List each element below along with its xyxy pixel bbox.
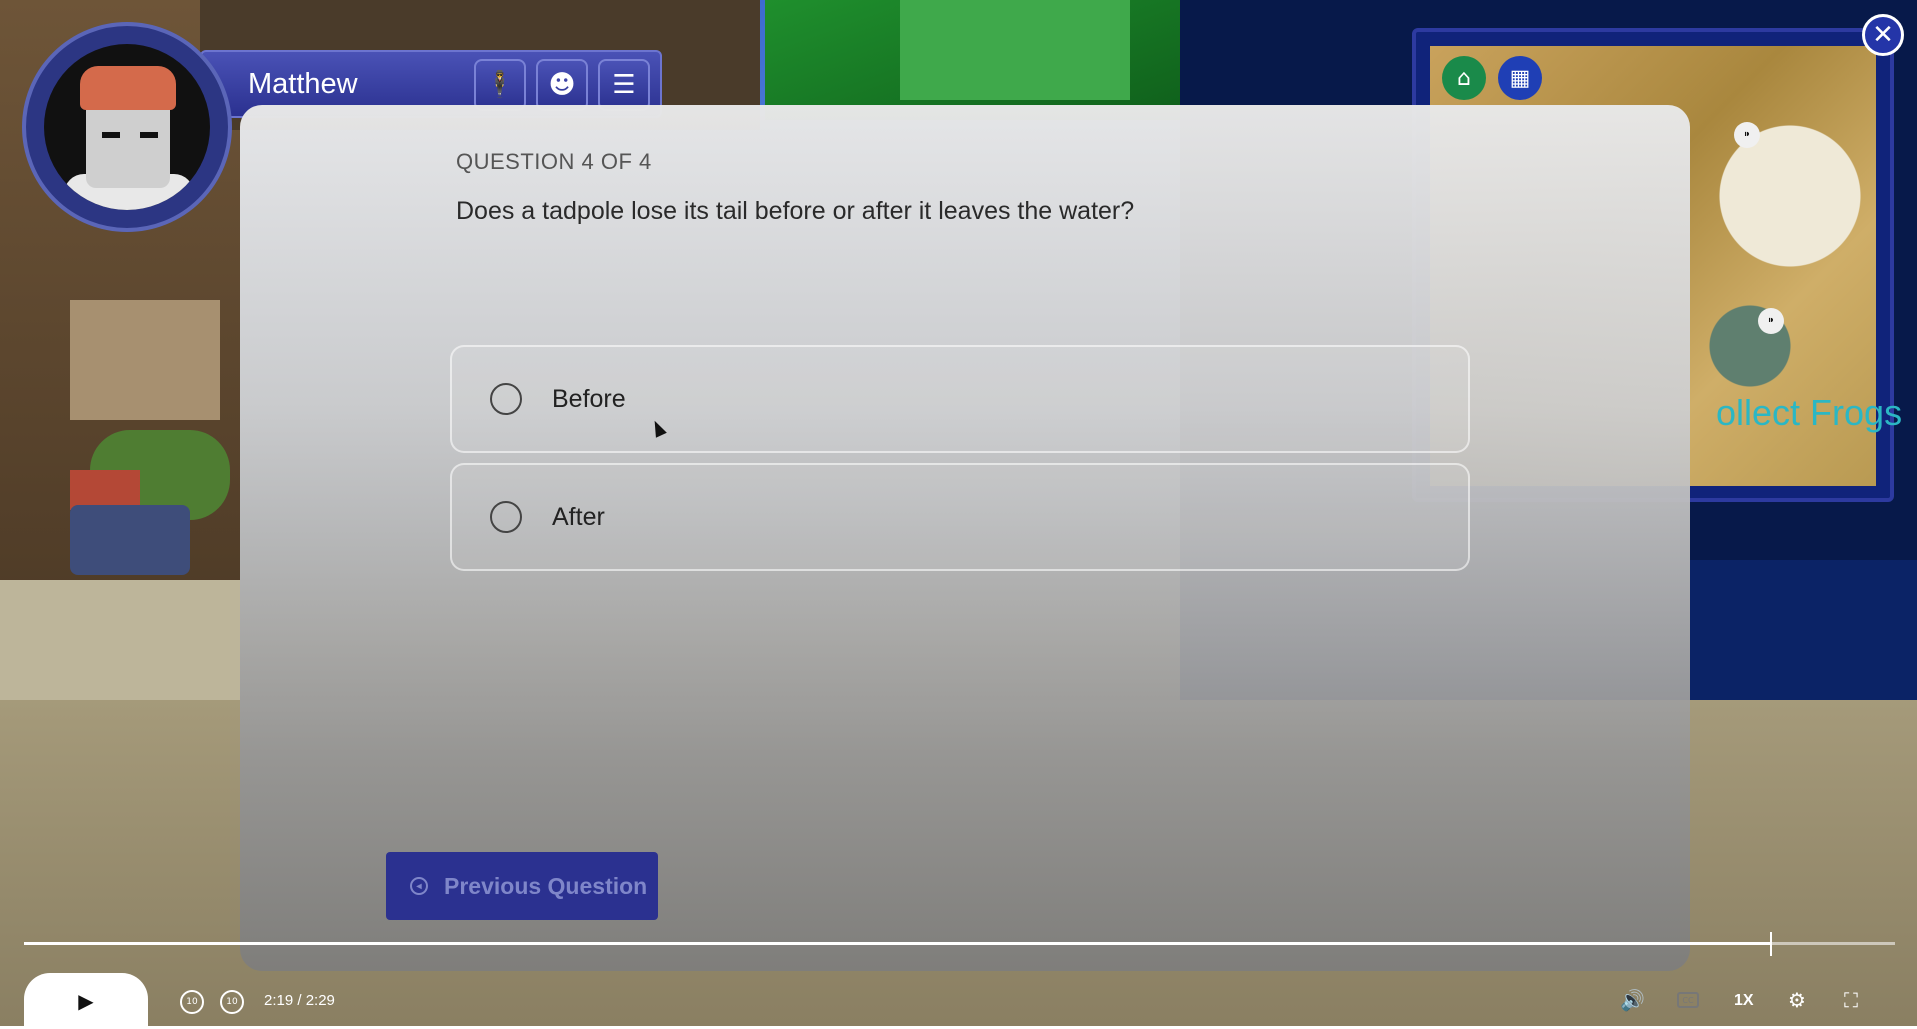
captions-button[interactable]: CC bbox=[1677, 992, 1699, 1008]
avatar-cap bbox=[80, 66, 176, 110]
captions-icon: CC bbox=[1682, 995, 1694, 1005]
close-icon: ✕ bbox=[1872, 20, 1894, 50]
quiz-panel: QUESTION 4 OF 4 Does a tadpole lose its … bbox=[240, 105, 1690, 971]
previous-question-button[interactable]: ◂ Previous Question bbox=[386, 852, 658, 920]
school-glyph: ⌂ bbox=[1457, 65, 1471, 91]
footprints-marker-icon[interactable]: ⁍ bbox=[1758, 308, 1784, 334]
forward-10-button[interactable]: 10 bbox=[220, 990, 244, 1014]
player-avatar[interactable] bbox=[22, 22, 232, 232]
play-icon: ▶ bbox=[78, 989, 94, 1013]
radio-button[interactable] bbox=[490, 383, 522, 415]
avatar-eye bbox=[140, 132, 158, 138]
answer-option-after[interactable]: After bbox=[450, 463, 1470, 571]
fullscreen-icon[interactable]: ⛶ bbox=[1844, 988, 1858, 1012]
green-building bbox=[900, 0, 1130, 100]
marker-glyph: ⁍ bbox=[1767, 313, 1775, 329]
person-icon: 🕴 bbox=[483, 70, 517, 100]
seek-bar[interactable] bbox=[24, 932, 1895, 956]
arrow-left-icon: ◂ bbox=[410, 877, 428, 895]
settings-icon[interactable]: ⚙ bbox=[1788, 988, 1806, 1012]
playback-speed-button[interactable]: 1X bbox=[1734, 992, 1754, 1010]
emote-button[interactable]: ☻ bbox=[536, 59, 588, 111]
play-button[interactable]: ▶ bbox=[24, 973, 148, 1029]
avatar-eye bbox=[102, 132, 120, 138]
rewind-10-button[interactable]: 10 bbox=[180, 990, 204, 1014]
rewind-icon: 10 bbox=[186, 997, 198, 1007]
roof bbox=[70, 470, 140, 510]
volume-icon[interactable]: 🔊 bbox=[1620, 988, 1645, 1012]
building bbox=[70, 300, 220, 420]
answer-label: Before bbox=[552, 385, 626, 413]
menu-button[interactable]: ☰ bbox=[598, 59, 650, 111]
player-name: Matthew bbox=[248, 68, 358, 100]
seek-handle[interactable] bbox=[1769, 932, 1772, 956]
avatar-portrait bbox=[44, 44, 210, 210]
duration: / 2:29 bbox=[297, 992, 335, 1009]
person-button[interactable]: 🕴 bbox=[474, 59, 526, 111]
city-icon[interactable]: ▦ bbox=[1498, 56, 1542, 100]
current-time: 2:19 bbox=[264, 992, 294, 1009]
previous-question-label: Previous Question bbox=[444, 872, 648, 899]
answer-label: After bbox=[552, 503, 605, 531]
seek-progress bbox=[24, 942, 1770, 945]
radio-button[interactable] bbox=[490, 501, 522, 533]
question-counter: QUESTION 4 OF 4 bbox=[456, 149, 652, 174]
van bbox=[70, 505, 190, 575]
smiley-icon: ☻ bbox=[548, 70, 576, 100]
close-button[interactable]: ✕ bbox=[1862, 14, 1904, 56]
forward-icon: 10 bbox=[226, 997, 238, 1007]
marker-glyph: ⁍ bbox=[1743, 127, 1751, 143]
minimap-quest-label: ollect Frogs bbox=[1716, 392, 1903, 433]
city-glyph: ▦ bbox=[1509, 65, 1531, 91]
footprints-marker-icon[interactable]: ⁍ bbox=[1734, 122, 1760, 148]
time-display: 2:19 / 2:29 bbox=[264, 992, 335, 1009]
menu-icon: ☰ bbox=[612, 70, 636, 100]
school-icon[interactable]: ⌂ bbox=[1442, 56, 1486, 100]
street bbox=[0, 580, 240, 700]
question-text: Does a tadpole lose its tail before or a… bbox=[456, 197, 1135, 225]
answer-option-before[interactable]: Before bbox=[450, 345, 1470, 453]
